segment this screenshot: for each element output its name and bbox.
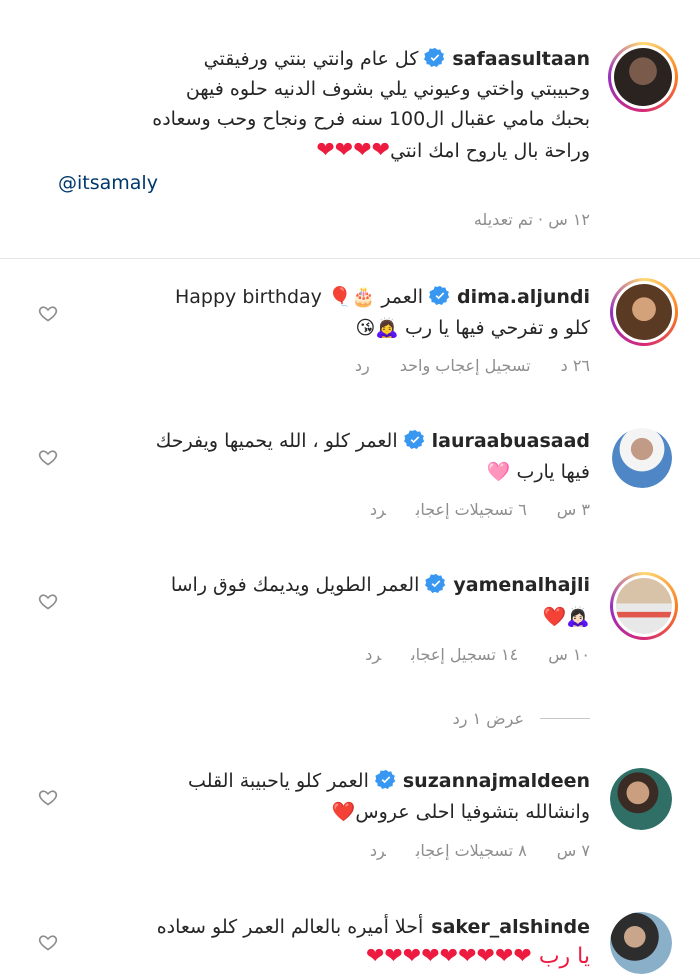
comment-username[interactable]: saker_alshinde <box>431 912 590 942</box>
avatar-image <box>616 578 672 634</box>
heart-icon[interactable] <box>38 303 58 323</box>
caption-username[interactable]: safaasultaan <box>452 44 590 74</box>
caption-mention-line: @itsamaly <box>58 168 158 198</box>
mention-link[interactable]: @itsamaly <box>58 172 158 194</box>
caption-line-4: وراحة بال ياروح امك انتي❤❤❤❤ <box>316 138 590 163</box>
comment-text: العمر الطويل ويديمك فوق راسا <box>170 574 420 596</box>
avatar[interactable] <box>610 278 678 346</box>
verified-badge-icon <box>403 429 424 449</box>
comment-username[interactable]: lauraabuasaad <box>432 426 590 456</box>
comment-time: ٢٦ د <box>560 356 590 375</box>
verified-badge-icon <box>429 285 450 305</box>
comment-time: ١٠ س <box>548 645 590 664</box>
avatar-image <box>610 912 672 974</box>
comment-text: العمر كلو ، الله يحميها ويفرحك <box>155 430 398 452</box>
hearts-emoji: ❤❤❤❤ <box>316 138 391 163</box>
caption-line-3: بحبك مامي عقبال ال100 سنه فرح ونجاح وحب … <box>152 108 590 130</box>
heart-icon[interactable] <box>38 787 58 807</box>
comment-likes[interactable]: تسجيل إعجاب واحد <box>400 356 531 375</box>
comment-username[interactable]: dima.aljundi <box>457 282 590 312</box>
verified-badge-icon <box>424 47 445 67</box>
caption-meta: ١٢ س · تم تعديله <box>473 210 590 229</box>
comment-text: العمر 🎂🎈 Happy birthday <box>174 286 424 308</box>
comment-meta: ٣ س ٦ تسجيلات إعجاب رد <box>260 500 590 519</box>
comment-text: فيها يارب 🩷 <box>486 461 590 483</box>
reply-button[interactable]: رد <box>365 645 381 664</box>
heart-icon[interactable] <box>38 932 58 952</box>
avatar[interactable] <box>610 572 678 640</box>
verified-badge-icon <box>374 769 396 789</box>
reply-button[interactable]: رد <box>370 841 386 860</box>
comment-likes[interactable]: ٦ تسجيلات إعجاب <box>416 500 527 519</box>
avatar[interactable] <box>612 428 672 488</box>
comment-likes[interactable]: ١٤ تسجيل إعجاب <box>411 645 518 664</box>
avatar-image <box>610 768 672 830</box>
view-replies-button[interactable]: عرض ١ رد <box>110 703 590 733</box>
replies-divider <box>540 717 590 719</box>
comment-text: يا رب ❤❤❤❤❤❤❤❤❤ <box>365 944 590 969</box>
reply-button[interactable]: رد <box>370 500 386 519</box>
avatar-image <box>612 428 672 488</box>
comment-text: أحلا أميره بالعالم العمر كلو سعاده <box>156 916 424 938</box>
post-caption: safaasultaanكل عام وانتي بنتي ورفيقتي وح… <box>0 0 700 258</box>
comment-text: وانشالله بتشوفيا احلى عروس❤️ <box>331 801 590 823</box>
comment-text: كلو و تفرحي فيها يا رب 🙇‍♀️😘 <box>355 317 591 339</box>
avatar-image <box>616 284 672 340</box>
avatar[interactable] <box>608 42 678 112</box>
caption-line-1: safaasultaanكل عام وانتي بنتي ورفيقتي <box>20 44 590 74</box>
comment-time: ٣ س <box>556 500 590 519</box>
comment-likes[interactable]: ٨ تسجيلات إعجاب <box>416 841 527 860</box>
heart-icon[interactable] <box>38 591 58 611</box>
comment-meta: ٢٦ د تسجيل إعجاب واحد رد <box>260 356 590 375</box>
comment-meta: ٧ س ٨ تسجيلات إعجاب رد <box>260 841 590 860</box>
comment-text: 🙇🏻‍♀️❤️ <box>542 606 590 628</box>
heart-icon[interactable] <box>38 447 58 467</box>
avatar[interactable] <box>610 912 672 974</box>
comment-username[interactable]: suzannajmaldeen <box>403 766 590 796</box>
reply-button[interactable]: رد <box>355 356 370 375</box>
avatar-image <box>614 48 672 106</box>
comment-username[interactable]: yamenalhajli <box>453 570 590 600</box>
divider <box>0 258 700 259</box>
caption-line-2: وحبيبتي واختي وعيوني يلي بشوف الدنيه حلو… <box>185 78 590 100</box>
avatar[interactable] <box>610 768 672 830</box>
view-replies-label: عرض ١ رد <box>452 708 524 728</box>
comment-time: ٧ س <box>556 841 590 860</box>
verified-badge-icon <box>425 573 446 593</box>
comment-meta: ١٠ س ١٤ تسجيل إعجاب رد <box>260 645 590 664</box>
comment-text: العمر كلو ياحبيبة القلب <box>188 770 369 792</box>
